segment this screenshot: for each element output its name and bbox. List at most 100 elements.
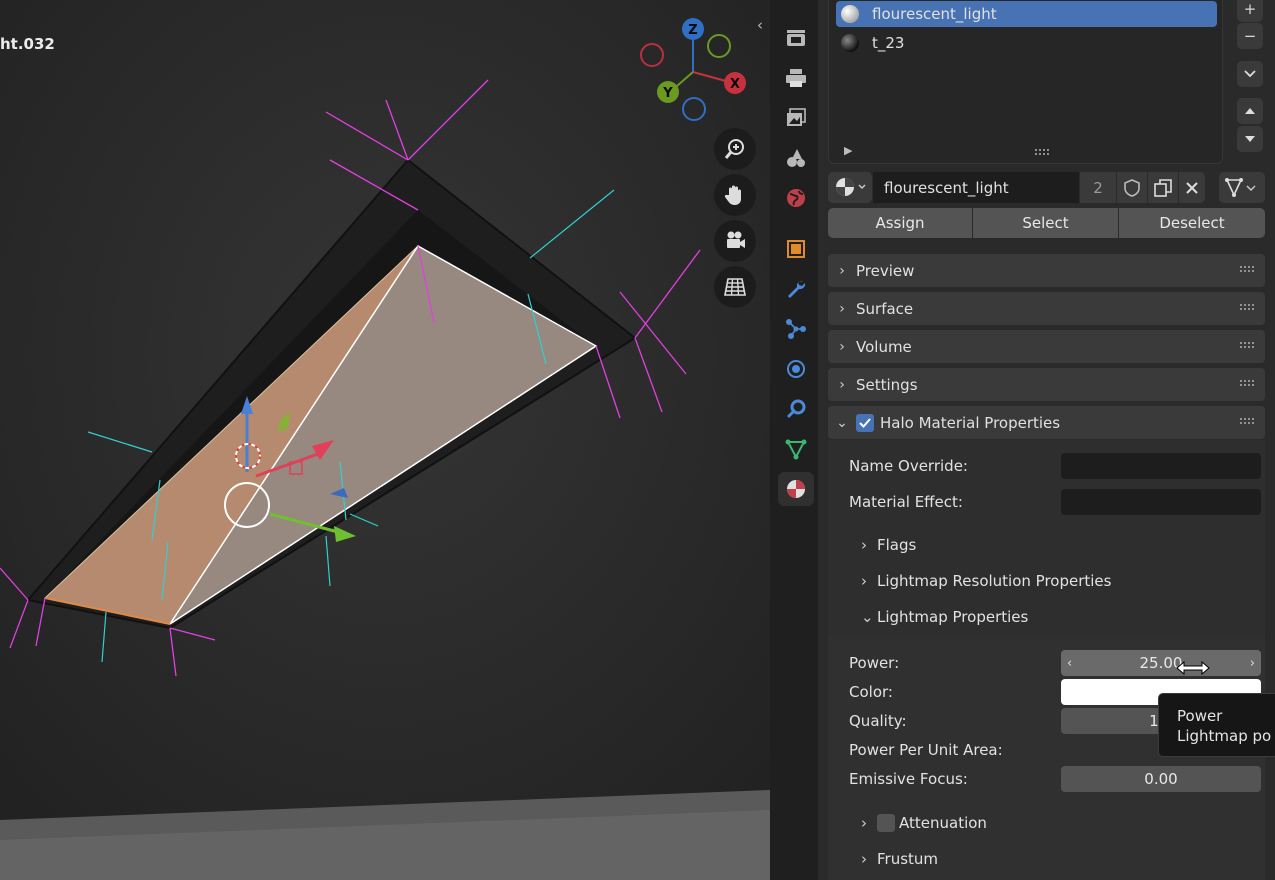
chevron-right-icon: › xyxy=(839,338,845,355)
chevron-down-icon: ⌄ xyxy=(836,414,848,431)
panel-title: Preview xyxy=(856,261,915,280)
drag-grip-icon[interactable] xyxy=(1239,303,1255,311)
sidebar-collapse-arrow[interactable]: ‹ xyxy=(757,16,763,34)
expand-filter-icon[interactable]: ▶ xyxy=(844,144,852,157)
properties-tab-bar xyxy=(770,0,818,880)
constraints-tab-icon[interactable] xyxy=(778,392,814,426)
move-slot-down-icon[interactable] xyxy=(1237,126,1263,152)
resize-grip-icon[interactable] xyxy=(1034,148,1050,156)
halo-panel-header[interactable]: ⌄ Halo Material Properties xyxy=(828,406,1265,439)
lightmap-resolution-subpanel-header[interactable]: › Lightmap Resolution Properties xyxy=(861,572,1111,590)
frustum-subpanel-header[interactable]: › Frustum xyxy=(861,850,938,868)
x-axis-label: X xyxy=(730,77,740,92)
subpanel-title: Frustum xyxy=(877,850,939,868)
chevron-down-icon: ⌄ xyxy=(861,608,874,626)
tooltip: Power Lightmap po xyxy=(1158,693,1275,757)
name-override-field[interactable] xyxy=(1061,453,1261,479)
active-object-name: ht.032 xyxy=(0,35,55,53)
flags-subpanel-header[interactable]: › Flags xyxy=(861,536,916,554)
drag-grip-icon[interactable] xyxy=(1239,341,1255,349)
node-tree-dropdown-icon[interactable] xyxy=(1219,172,1265,203)
viewport-scene: Z X Y xyxy=(0,0,770,880)
zoom-icon[interactable] xyxy=(714,128,756,170)
decrement-arrow-icon[interactable]: ‹ xyxy=(1067,656,1072,671)
list-item[interactable]: t_23 xyxy=(836,30,1217,56)
slot-name: t_23 xyxy=(872,34,905,52)
list-item[interactable]: flourescent_light xyxy=(836,1,1217,27)
lightmap-properties-subpanel-header[interactable]: ⌄ Lightmap Properties xyxy=(861,608,1028,626)
assign-button[interactable]: Assign xyxy=(828,208,972,238)
drag-grip-icon[interactable] xyxy=(1239,379,1255,387)
subpanel-title: Attenuation xyxy=(899,814,987,832)
increment-arrow-icon[interactable]: › xyxy=(1250,656,1255,671)
fake-user-shield-icon[interactable] xyxy=(1117,172,1147,203)
ortho-grid-icon[interactable] xyxy=(714,266,756,308)
3d-viewport[interactable]: Z X Y ht.032 ‹ xyxy=(0,0,770,880)
halo-enable-checkbox[interactable] xyxy=(856,413,874,432)
render-tab-icon[interactable] xyxy=(778,21,814,55)
remove-slot-button[interactable]: − xyxy=(1237,23,1263,49)
physics-tab-icon[interactable] xyxy=(778,352,814,386)
deselect-button[interactable]: Deselect xyxy=(1119,208,1265,238)
quality-label: Quality: xyxy=(849,712,907,730)
power-per-unit-area-label: Power Per Unit Area: xyxy=(849,741,1003,759)
power-label: Power: xyxy=(849,654,900,672)
modifier-wrench-icon[interactable] xyxy=(778,272,814,306)
chevron-right-icon: › xyxy=(839,300,845,317)
object-tab-icon[interactable] xyxy=(778,232,814,266)
tooltip-body: Lightmap po xyxy=(1177,727,1272,745)
material-slot-list[interactable]: flourescent_light t_23 ▶ xyxy=(828,0,1223,164)
panel-title: Surface xyxy=(856,299,914,318)
material-effect-label: Material Effect: xyxy=(849,493,963,511)
chevron-right-icon: › xyxy=(839,262,845,279)
material-tab-icon[interactable] xyxy=(778,472,814,506)
color-label: Color: xyxy=(849,683,893,701)
emissive-focus-field[interactable]: 0.00 xyxy=(1061,766,1261,792)
subpanel-title: Lightmap Properties xyxy=(877,608,1029,626)
surface-panel-header[interactable]: › Surface xyxy=(828,292,1265,325)
data-tab-icon[interactable] xyxy=(778,432,814,466)
add-slot-button[interactable]: + xyxy=(1237,0,1263,22)
world-tab-icon[interactable] xyxy=(778,181,814,215)
drag-grip-icon[interactable] xyxy=(1239,265,1255,273)
name-override-label: Name Override: xyxy=(849,457,968,475)
chevron-right-icon: › xyxy=(861,536,867,554)
preview-panel-header[interactable]: › Preview xyxy=(828,254,1265,287)
material-name-text: flourescent_light xyxy=(884,178,1009,197)
slot-name: flourescent_light xyxy=(872,5,997,23)
user-count[interactable]: 2 xyxy=(1080,172,1116,203)
chevron-right-icon: › xyxy=(839,376,845,393)
view-layer-tab-icon[interactable] xyxy=(778,101,814,135)
material-ball-icon xyxy=(841,5,859,23)
material-ball-icon xyxy=(841,34,859,52)
attenuation-checkbox[interactable] xyxy=(877,814,895,832)
camera-view-icon[interactable] xyxy=(714,220,756,262)
scene-tab-icon[interactable] xyxy=(778,141,814,175)
subpanel-title: Flags xyxy=(877,536,917,554)
move-slot-up-icon[interactable] xyxy=(1237,98,1263,124)
drag-grip-icon[interactable] xyxy=(1239,417,1255,425)
subpanel-title: Lightmap Resolution Properties xyxy=(877,572,1112,590)
panel-title: Volume xyxy=(856,337,912,356)
material-name-field[interactable]: flourescent_light xyxy=(873,172,1079,203)
duplicate-material-icon[interactable] xyxy=(1148,172,1178,203)
chevron-right-icon: › xyxy=(861,572,867,590)
tooltip-title: Power xyxy=(1177,707,1223,725)
material-browse-button[interactable] xyxy=(828,172,872,203)
unlink-material-close-icon[interactable] xyxy=(1179,172,1205,203)
z-axis-label: Z xyxy=(688,23,697,38)
output-tab-icon[interactable] xyxy=(778,61,814,95)
horizontal-resize-cursor-icon xyxy=(1176,660,1210,680)
attenuation-subpanel-header[interactable]: › Attenuation xyxy=(861,814,987,832)
panel-title: Halo Material Properties xyxy=(880,413,1061,432)
slot-specials-chevron-icon[interactable] xyxy=(1237,61,1263,87)
pan-hand-icon[interactable] xyxy=(714,174,756,216)
panel-title: Settings xyxy=(856,375,918,394)
settings-panel-header[interactable]: › Settings xyxy=(828,368,1265,401)
particles-tab-icon[interactable] xyxy=(778,312,814,346)
emissive-focus-label: Emissive Focus: xyxy=(849,770,968,788)
volume-panel-header[interactable]: › Volume xyxy=(828,330,1265,363)
select-button[interactable]: Select xyxy=(973,208,1118,238)
material-effect-field[interactable] xyxy=(1061,489,1261,515)
power-field[interactable]: ‹ 25.00 › xyxy=(1061,650,1261,676)
